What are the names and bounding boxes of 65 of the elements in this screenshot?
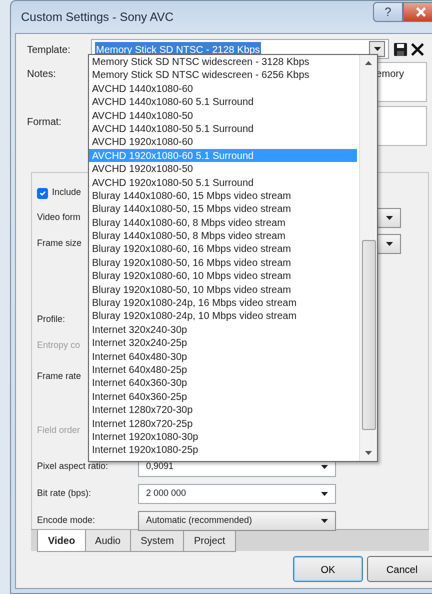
dropdown-option[interactable]: Memory Stick SD NTSC widescreen - 6256 Kbps — [89, 68, 357, 82]
scroll-down-icon[interactable] — [365, 451, 372, 455]
dropdown-option[interactable]: Internet 640x360-25p — [89, 390, 357, 404]
tab[interactable]: System — [130, 530, 185, 552]
close-button[interactable] — [403, 2, 432, 22]
save-icon[interactable] — [394, 42, 407, 56]
scrollbar[interactable] — [359, 55, 377, 461]
scrollbar-thumb[interactable] — [362, 240, 376, 430]
dropdown-option[interactable]: Internet 1920x1080-30p — [89, 430, 357, 444]
delete-icon[interactable] — [411, 42, 424, 56]
field-label: Field order — [37, 424, 80, 438]
dropdown-option[interactable]: Bluray 1920x1080-50, 16 Mbps video stream — [89, 256, 357, 270]
dropdown-option[interactable]: AVCHD 1440x1080-60 5.1 Surround — [89, 95, 357, 109]
dropdown-option[interactable]: Bluray 1440x1080-60, 15 Mbps video stream — [89, 188, 357, 202]
dropdown-option[interactable]: AVCHD 1440x1080-50 5.1 Surround — [89, 122, 357, 136]
dropdown-option[interactable]: Bluray 1920x1080-60, 16 Mbps video stream — [89, 242, 357, 256]
field-label: Bit rate (bps): — [37, 487, 92, 500]
dropdown-arrow-icon[interactable] — [320, 519, 328, 523]
dialog-button[interactable]: OK — [293, 556, 363, 582]
field-label: Frame size — [37, 237, 82, 250]
dropdown-option[interactable]: Internet 320x240-30p — [89, 322, 357, 336]
close-icon[interactable] — [415, 7, 427, 17]
dropdown-option[interactable]: Bluray 1920x1080-60, 10 Mbps video stream — [89, 269, 357, 283]
dropdown-option[interactable]: Internet 640x360-30p — [89, 376, 357, 390]
tab[interactable]: Project — [182, 530, 236, 552]
field-label: Encode mode: — [37, 514, 96, 528]
help-button[interactable]: ? — [373, 2, 403, 22]
tab[interactable]: Video — [37, 530, 86, 552]
dropdown-arrow-icon[interactable] — [320, 492, 328, 496]
dropdown-option[interactable]: Bluray 1440x1080-50, 15 Mbps video stream — [89, 202, 357, 216]
dropdown-arrow-icon[interactable] — [320, 465, 328, 469]
field-label: Pixel aspect ratio: — [37, 460, 108, 474]
dropdown-option[interactable]: Bluray 1920x1080-24p, 10 Mbps video stream — [89, 309, 357, 323]
field-label: Entropy co — [37, 339, 80, 352]
dropdown-option[interactable]: Internet 1280x720-25p — [89, 416, 357, 430]
dropdown-option[interactable]: Bluray 1440x1080-50, 8 Mbps video stream — [89, 229, 357, 242]
dropdown-option[interactable]: AVCHD 1440x1080-50 — [89, 108, 357, 122]
dropdown-field[interactable]: Automatic (recommended) — [138, 511, 336, 531]
dropdown-option[interactable]: Internet 1920x1080-25p — [89, 443, 357, 457]
scroll-up-icon[interactable] — [365, 61, 372, 65]
window-title: Custom Settings - Sony AVC — [21, 9, 174, 26]
dropdown-option[interactable]: Internet 1280x720-30p — [89, 403, 357, 417]
dropdown-option[interactable]: AVCHD 1920x1080-50 — [89, 162, 357, 176]
dropdown-arrow-icon[interactable] — [386, 216, 392, 220]
field-label: Video form — [37, 211, 80, 224]
dropdown-option[interactable]: Bluray 1920x1080-50, 10 Mbps video stream — [89, 282, 357, 296]
dropdown-arrow-icon[interactable] — [386, 242, 392, 246]
include-checkbox[interactable] — [37, 188, 48, 198]
template-label: Template: — [27, 42, 72, 56]
dropdown-option[interactable]: Bluray 1440x1080-60, 8 Mbps video stream — [89, 216, 357, 230]
dropdown-option[interactable]: Internet 640x480-30p — [89, 350, 357, 363]
dropdown-option[interactable]: AVCHD 1440x1080-60 — [89, 82, 357, 96]
notes-label: Notes: — [27, 67, 57, 81]
dropdown-option[interactable]: AVCHD 1920x1080-50 5.1 Surround — [89, 176, 357, 189]
dropdown-option[interactable]: Internet 640x480-25p — [89, 362, 357, 376]
dropdown-field[interactable]: 2 000 000 — [138, 484, 336, 504]
dropdown-option[interactable]: Internet 320x240-25p — [89, 336, 357, 350]
tab[interactable]: Audio — [84, 530, 132, 552]
dropdown-option[interactable]: Bluray 1920x1080-24p, 16 Mbps video stream — [89, 296, 357, 310]
field-label: Frame rate — [37, 370, 82, 384]
dropdown-option[interactable]: AVCHD 1920x1080-60 — [89, 135, 357, 149]
format-label: Format: — [27, 115, 62, 129]
field-label: Profile: — [37, 313, 66, 326]
dialog-button[interactable]: Cancel — [367, 556, 432, 582]
checkbox-label: Include — [52, 186, 82, 200]
